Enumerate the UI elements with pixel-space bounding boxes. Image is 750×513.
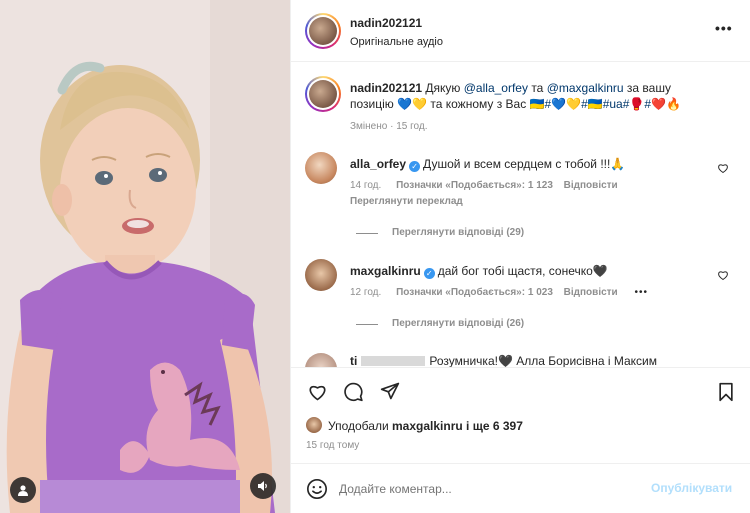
caption-text-c: за вашу bbox=[626, 81, 671, 95]
reply-button[interactable]: Відповісти bbox=[564, 287, 618, 298]
replies-line bbox=[356, 233, 378, 234]
comment-2-meta: 12 год. Позначки «Подобається»: 1 023 Ві… bbox=[350, 287, 648, 298]
save-bookmark-icon[interactable] bbox=[717, 382, 735, 402]
comment-avatar-ti[interactable] bbox=[305, 353, 337, 367]
comment-text: дай бог тобі щастя, сонечко🖤 bbox=[437, 264, 608, 278]
reply-button[interactable]: Відповісти bbox=[564, 180, 618, 191]
comment-1: alla_orfey ✓ Душой и всем сердцем с тобой … bbox=[350, 157, 625, 172]
like-heart-icon[interactable] bbox=[307, 382, 328, 402]
comment-username[interactable]: ti bbox=[350, 354, 357, 367]
comment-likes[interactable]: Позначки «Подобається»: 1 123 bbox=[396, 180, 553, 191]
actions-divider bbox=[291, 367, 750, 368]
share-paper-plane-icon[interactable] bbox=[380, 381, 400, 401]
author-username[interactable]: nadin202121 bbox=[350, 16, 422, 30]
caption-text-a: Дякую bbox=[425, 81, 461, 95]
comment-bubble-icon[interactable] bbox=[343, 382, 364, 402]
liker-username[interactable]: maxgalkinru bbox=[392, 419, 463, 433]
replies-line bbox=[356, 324, 378, 325]
audio-label[interactable]: Оригінальне аудіо bbox=[350, 36, 443, 48]
caption-text-e: та кожному з Вас bbox=[430, 97, 527, 111]
post-side-panel: nadin202121 Оригінальне аудіо ••• nadin2… bbox=[290, 0, 750, 513]
comment-text: Душой и всем сердцем с тобой !!!🙏 bbox=[423, 157, 626, 171]
comment-input[interactable] bbox=[339, 480, 629, 498]
see-translation-link[interactable]: Переглянути переклад bbox=[350, 196, 463, 207]
liker-avatar[interactable] bbox=[306, 417, 322, 433]
comment-likes[interactable]: Позначки «Подобається»: 1 023 bbox=[396, 287, 553, 298]
view-replies-link[interactable]: Переглянути відповіді (29) bbox=[392, 227, 524, 238]
child-video-frame bbox=[0, 0, 290, 513]
profile-tags-button[interactable] bbox=[10, 477, 36, 503]
mention-alla[interactable]: @alla_orfey bbox=[464, 81, 528, 95]
speaker-icon bbox=[258, 481, 267, 491]
caption-meta: Змінено · 15 год. bbox=[350, 121, 428, 132]
sound-toggle-button[interactable] bbox=[250, 473, 276, 499]
caption-line-2: позицію 💙💛 та кожному з Вас 🇺🇦#💙💛#🇺🇦#ua#… bbox=[350, 97, 681, 111]
comment-avatar-alla[interactable] bbox=[305, 152, 337, 184]
comment-2: maxgalkinru ✓ дай бог тобі щастя, сонечко🖤 bbox=[350, 264, 608, 279]
comment-username[interactable]: alla_orfey bbox=[350, 157, 406, 171]
comment-time[interactable]: 14 год. bbox=[350, 180, 381, 191]
verified-icon: ✓ bbox=[423, 268, 435, 279]
comment-time[interactable]: 12 год. bbox=[350, 287, 381, 298]
author-avatar[interactable] bbox=[305, 13, 341, 49]
comment-username[interactable]: maxgalkinru bbox=[350, 264, 421, 278]
heart-emojis: 💙 bbox=[397, 97, 413, 111]
user-icon bbox=[18, 485, 28, 496]
comment-more-icon[interactable]: ••• bbox=[634, 287, 648, 298]
caption-hashtags[interactable]: 🇺🇦#💙💛#🇺🇦#ua#🥊#❤️🔥 bbox=[530, 97, 681, 111]
publish-button[interactable]: Опублікувати bbox=[651, 481, 732, 495]
yellow-heart: 💛 bbox=[412, 97, 428, 111]
mention-max[interactable]: @maxgalkinru bbox=[547, 81, 624, 95]
likes-prefix: Уподобали bbox=[328, 419, 389, 433]
caption-text-b: та bbox=[531, 81, 544, 95]
emoji-smiley-icon[interactable] bbox=[306, 478, 328, 500]
post-header: nadin202121 Оригінальне аудіо ••• bbox=[291, 0, 750, 62]
more-options-icon[interactable]: ••• bbox=[715, 20, 733, 36]
post-video[interactable] bbox=[0, 0, 290, 513]
verified-icon: ✓ bbox=[409, 161, 421, 172]
comment-3-clip: ti Розумничка!🖤 Алла Борисівна і Максим bbox=[291, 345, 750, 367]
like-comment-heart-icon[interactable] bbox=[717, 269, 729, 281]
comment-text: Розумничка!🖤 Алла Борисівна і Максим bbox=[429, 354, 657, 367]
caption-line-1: nadin202121 Дякую @alla_orfey та @maxgal… bbox=[350, 81, 671, 95]
caption-username[interactable]: nadin202121 bbox=[350, 81, 422, 95]
caption-avatar[interactable] bbox=[305, 76, 341, 112]
likes-count[interactable]: і ще 6 397 bbox=[466, 419, 523, 433]
view-replies-link[interactable]: Переглянути відповіді (26) bbox=[392, 318, 524, 329]
blurred-username bbox=[361, 356, 426, 366]
likes-summary: Уподобали maxgalkinru і ще 6 397 bbox=[328, 419, 523, 433]
composer-divider bbox=[291, 463, 750, 464]
caption-text-d: позицію bbox=[350, 97, 394, 111]
like-comment-heart-icon[interactable] bbox=[717, 162, 729, 174]
comment-avatar-max[interactable] bbox=[305, 259, 337, 291]
comment-3: ti Розумничка!🖤 Алла Борисівна і Максим bbox=[350, 354, 657, 367]
comment-1-meta: 14 год. Позначки «Подобається»: 1 123 Ві… bbox=[350, 180, 618, 191]
post-modal: nadin202121 Оригінальне аудіо ••• nadin2… bbox=[0, 0, 750, 513]
post-timestamp[interactable]: 15 год тому bbox=[306, 440, 359, 451]
